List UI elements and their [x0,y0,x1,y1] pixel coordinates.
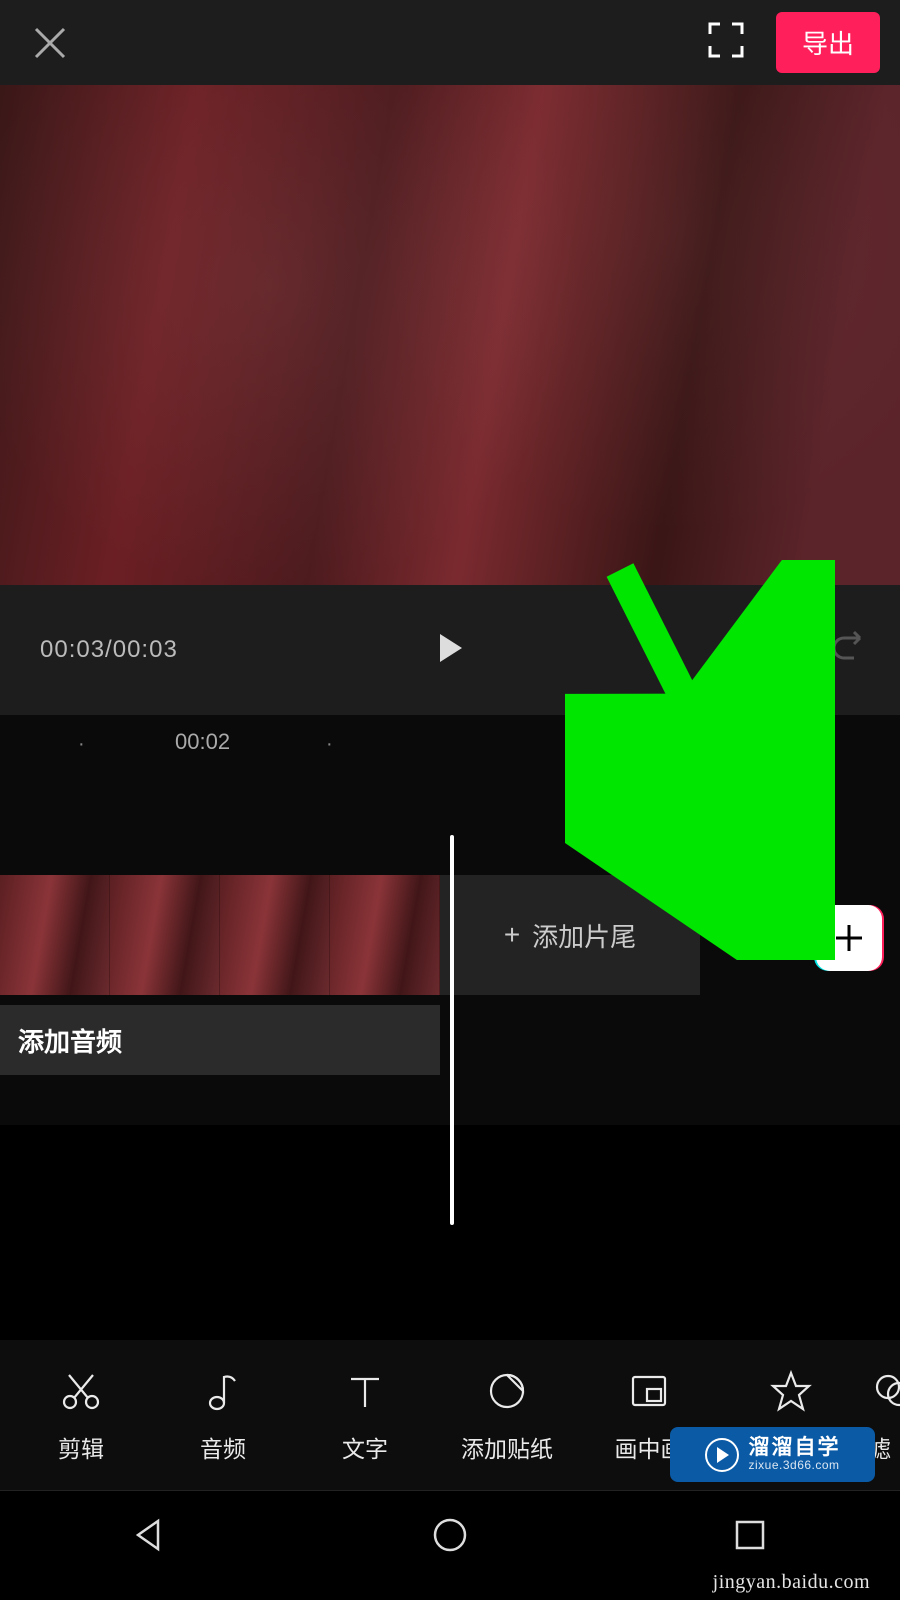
watermark-subtitle: zixue.3d66.com [749,1459,841,1472]
text-icon [343,1369,387,1413]
tool-edit[interactable]: 剪辑 [10,1366,152,1464]
play-icon [432,630,468,666]
add-tail-button[interactable]: + 添加片尾 [440,875,700,995]
scissors-icon [59,1369,103,1413]
ruler-dot: · [326,733,333,756]
sticker-icon [485,1369,529,1413]
header-bar: 导出 [0,0,900,85]
triangle-back-icon [128,1513,172,1557]
fullscreen-button[interactable] [706,20,746,65]
nav-back-button[interactable] [128,1513,172,1562]
watermark-source: jingyan.baidu.com [713,1571,870,1594]
star-icon [769,1369,813,1413]
fullscreen-icon [706,20,746,60]
music-note-icon [201,1369,245,1413]
pip-icon [627,1369,671,1413]
add-tail-label: 添加片尾 [532,917,636,954]
circle-home-icon [428,1513,472,1557]
watermark-play-icon [705,1438,739,1472]
square-recent-icon [728,1513,772,1557]
close-icon [30,23,70,63]
tool-label: 文字 [342,1430,388,1464]
redo-button [830,628,870,673]
plus-icon: + [504,919,520,951]
nav-recent-button[interactable] [728,1513,772,1562]
filter-icon [871,1369,900,1413]
tool-sticker[interactable]: 添加贴纸 [436,1366,578,1464]
undo-button[interactable] [745,628,785,673]
add-clip-button[interactable] [816,905,882,971]
ruler-tick-label: 00:02 [175,729,230,755]
nav-home-button[interactable] [428,1513,472,1562]
tool-label: 音频 [200,1430,246,1464]
ruler-dot: · [78,733,85,756]
tool-label: 添加贴纸 [461,1430,553,1464]
play-button[interactable] [432,630,468,671]
video-clip[interactable] [0,875,440,995]
tool-audio[interactable]: 音频 [152,1366,294,1464]
tool-label: 剪辑 [58,1430,104,1464]
add-audio-button[interactable]: 添加音频 [0,1005,440,1075]
add-audio-label: 添加音频 [18,1022,122,1059]
redo-icon [830,628,870,668]
watermark-title: 溜溜自学 [749,1437,841,1459]
timeline-area[interactable]: + 添加片尾 添加音频 [0,765,900,1125]
time-display: 00:03/00:03 [40,636,178,664]
video-preview[interactable] [0,85,900,585]
playback-bar: 00:03/00:03 [0,585,900,715]
watermark-badge: 溜溜自学 zixue.3d66.com [670,1427,875,1482]
tool-text[interactable]: 文字 [294,1366,436,1464]
close-button[interactable] [20,13,80,73]
playhead[interactable] [450,835,454,1225]
plus-icon [832,921,866,955]
export-button[interactable]: 导出 [776,12,880,73]
undo-icon [745,628,785,668]
timeline-ruler[interactable]: · 00:02 · [0,715,900,765]
